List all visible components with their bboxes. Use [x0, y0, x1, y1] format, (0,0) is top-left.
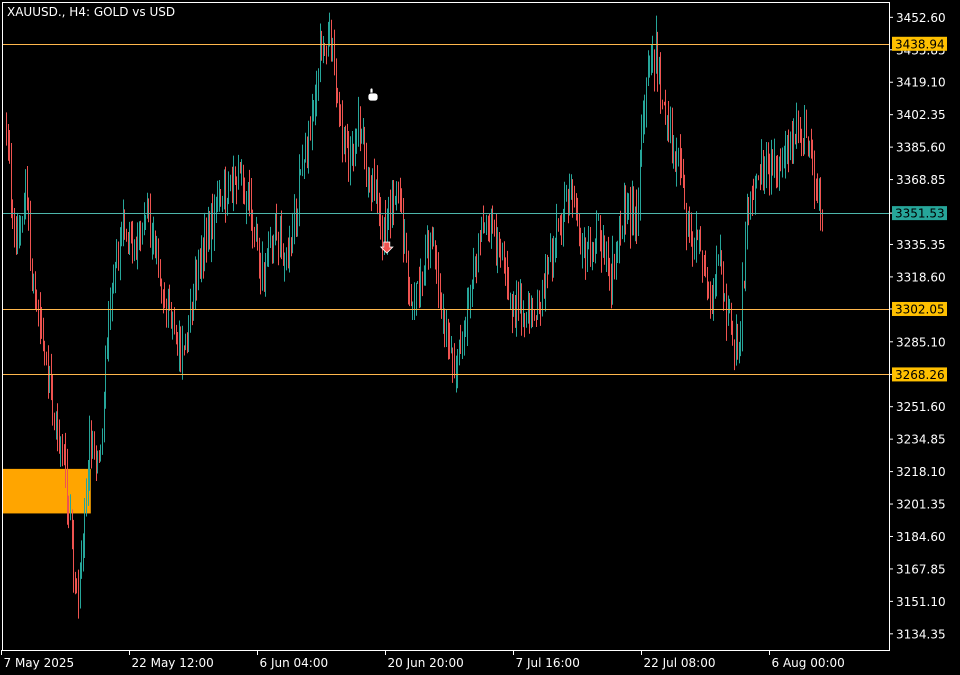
- bid-badge-label: 3351.53: [895, 207, 945, 221]
- zones-layer: [3, 468, 91, 514]
- level-badge-label: 3302.05: [895, 302, 945, 316]
- chart-title: XAUUSD., H4: GOLD vs USD: [7, 5, 175, 19]
- y-tick-label: 3234.85: [896, 433, 946, 447]
- y-tick-label: 3201.35: [896, 498, 946, 512]
- x-tick-label: 6 Aug 00:00: [772, 656, 845, 670]
- y-tick-label: 3318.60: [896, 270, 946, 284]
- y-tick-label: 3218.10: [896, 465, 946, 479]
- x-tick-label: 7 May 2025: [4, 656, 75, 670]
- x-tick-label: 22 May 12:00: [132, 656, 214, 670]
- x-tick-label: 7 Jul 16:00: [516, 656, 580, 670]
- level-badge-label: 3438.94: [895, 37, 945, 51]
- y-tick-label: 3335.35: [896, 238, 946, 252]
- y-tick-label: 3167.85: [896, 562, 946, 576]
- y-tick-label: 3251.60: [896, 400, 946, 414]
- y-tick-label: 3151.10: [896, 595, 946, 609]
- y-tick-label: 3385.60: [896, 141, 946, 155]
- supply-demand-zone: [3, 468, 91, 514]
- y-tick-label: 3419.10: [896, 76, 946, 90]
- y-tick-label: 3368.85: [896, 173, 946, 187]
- y-tick-label: 3184.60: [896, 530, 946, 544]
- x-tick-label: 6 Jun 04:00: [260, 656, 329, 670]
- x-tick-label: 20 Jun 20:00: [388, 656, 464, 670]
- y-tick-label: 3285.10: [896, 335, 946, 349]
- level-badge-label: 3268.26: [895, 368, 945, 382]
- chart-background: [0, 0, 960, 675]
- y-tick-label: 3452.60: [896, 11, 946, 25]
- y-tick-label: 3134.35: [896, 627, 946, 641]
- x-tick-label: 22 Jul 08:00: [644, 656, 716, 670]
- price-chart[interactable]: 3452.603435.853419.103402.353385.603368.…: [0, 0, 960, 675]
- y-tick-label: 3402.35: [896, 108, 946, 122]
